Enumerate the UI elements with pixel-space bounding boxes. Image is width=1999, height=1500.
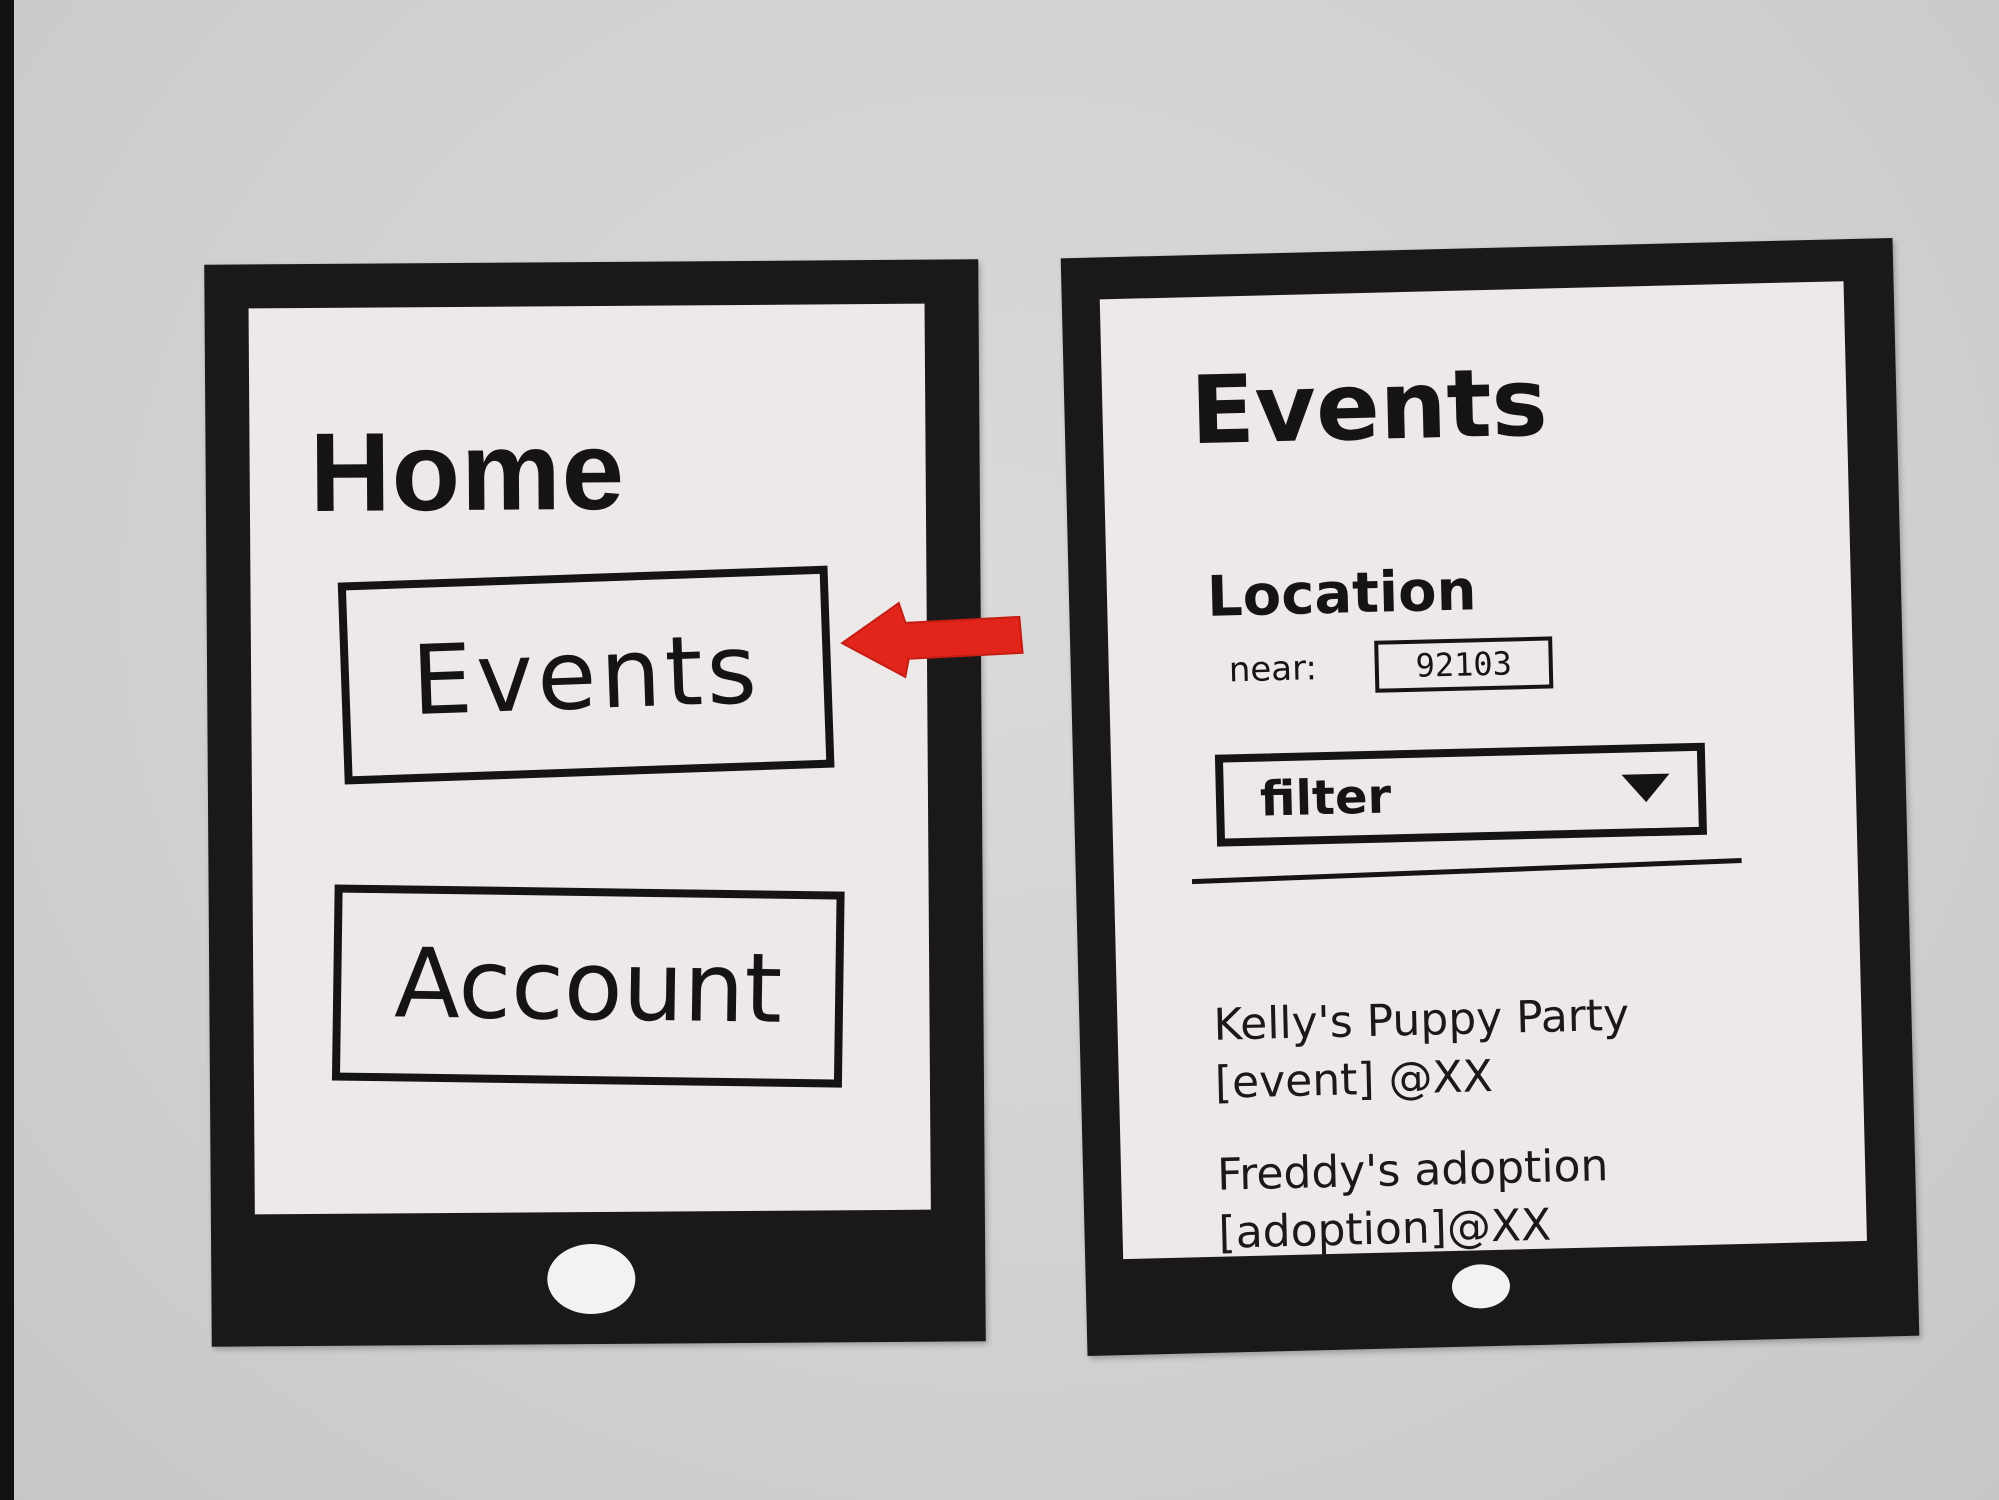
page-title: Events xyxy=(1189,348,1549,467)
home-hardware-button[interactable] xyxy=(547,1243,636,1315)
event-detail: [event] @XX xyxy=(1214,1051,1494,1109)
filter-label: filter xyxy=(1259,768,1392,828)
home-hardware-button[interactable] xyxy=(1451,1263,1511,1310)
event-name: Freddy's adoption xyxy=(1216,1140,1609,1201)
phone-events: Events Location near: filter Kelly's Pup… xyxy=(1060,238,1920,1356)
location-label: Location xyxy=(1206,558,1478,630)
arrow-left-icon xyxy=(840,601,1024,679)
list-item[interactable]: Kelly's Puppy Party [event] @XX xyxy=(1213,987,1631,1113)
event-name: Kelly's Puppy Party xyxy=(1212,989,1630,1051)
event-detail: [adoption]@XX xyxy=(1217,1199,1552,1259)
near-label: near: xyxy=(1228,648,1318,691)
events-button[interactable]: Events xyxy=(337,565,835,785)
divider xyxy=(1191,858,1742,885)
events-screen: Events Location near: filter Kelly's Pup… xyxy=(1099,281,1867,1260)
photo-edge xyxy=(0,0,14,1500)
filter-dropdown[interactable]: filter xyxy=(1214,742,1707,847)
list-item[interactable]: Freddy's adoption [adoption]@XX xyxy=(1216,1137,1610,1263)
page-title: Home xyxy=(309,407,626,535)
account-button[interactable]: Account xyxy=(331,884,845,1088)
phone-home: Home Events Account xyxy=(204,259,986,1347)
home-screen: Home Events Account xyxy=(248,303,931,1215)
chevron-down-icon xyxy=(1621,773,1671,803)
zip-code-input[interactable] xyxy=(1374,636,1554,693)
